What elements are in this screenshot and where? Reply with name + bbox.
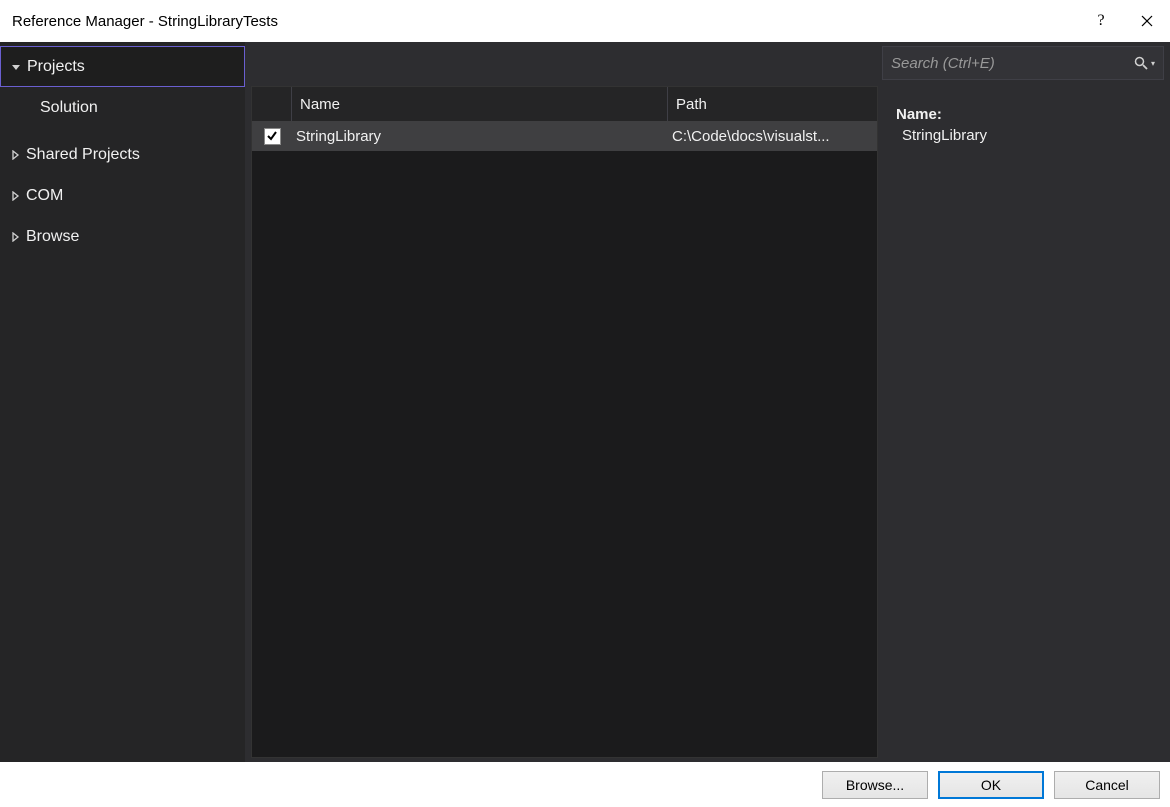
row-checkbox-cell (252, 128, 292, 145)
help-button[interactable]: ? (1078, 0, 1124, 42)
sidebar-label-browse: Browse (26, 228, 79, 246)
reference-manager-dialog: Reference Manager - StringLibraryTests ?… (0, 0, 1170, 807)
row-path: C:\Code\docs\visualst... (668, 128, 877, 145)
column-header-path[interactable]: Path (668, 87, 877, 121)
close-icon (1141, 15, 1153, 27)
column-header-check[interactable] (252, 87, 292, 121)
search-box[interactable]: ▾ (882, 46, 1164, 80)
sidebar-label-com: COM (26, 187, 63, 205)
sidebar-item-shared-projects[interactable]: Shared Projects (0, 134, 245, 175)
sidebar-label-shared: Shared Projects (26, 146, 140, 164)
chevron-right-icon (8, 232, 22, 242)
content-area: Projects Solution Shared Projects COM (0, 42, 1170, 762)
row-name: StringLibrary (292, 128, 668, 145)
sidebar-item-projects[interactable]: Projects (0, 46, 245, 87)
grid-area: Name Path StringLibrary C:\Code\d (251, 86, 1164, 758)
ok-button[interactable]: OK (938, 771, 1044, 799)
footer: Browse... OK Cancel (0, 762, 1170, 807)
table-row[interactable]: StringLibrary C:\Code\docs\visualst... (252, 121, 877, 151)
close-button[interactable] (1124, 0, 1170, 42)
check-icon (266, 130, 278, 142)
sidebar-item-com[interactable]: COM (0, 175, 245, 216)
details-name-value: StringLibrary (896, 127, 1156, 144)
sidebar: Projects Solution Shared Projects COM (0, 42, 245, 762)
cancel-button[interactable]: Cancel (1054, 771, 1160, 799)
search-row: ▾ (251, 46, 1164, 80)
details-name-label: Name: (896, 106, 1156, 123)
grid-header: Name Path (252, 87, 877, 121)
column-header-name[interactable]: Name (292, 87, 668, 121)
sidebar-label-projects: Projects (27, 58, 85, 76)
chevron-right-icon (8, 191, 22, 201)
references-grid: Name Path StringLibrary C:\Code\d (251, 86, 878, 758)
browse-button[interactable]: Browse... (822, 771, 928, 799)
search-input[interactable] (891, 55, 1133, 72)
sidebar-item-browse[interactable]: Browse (0, 216, 245, 257)
search-icon[interactable]: ▾ (1133, 55, 1155, 71)
row-checkbox[interactable] (264, 128, 281, 145)
chevron-down-icon (9, 62, 23, 72)
sidebar-item-solution[interactable]: Solution (0, 87, 245, 128)
chevron-right-icon (8, 150, 22, 160)
details-panel: Name: StringLibrary (886, 86, 1164, 758)
search-dropdown-icon[interactable]: ▾ (1151, 59, 1155, 68)
sidebar-label-solution: Solution (40, 99, 98, 117)
window-title: Reference Manager - StringLibraryTests (12, 13, 1078, 30)
main-panel: ▾ Name Path (245, 42, 1170, 762)
titlebar: Reference Manager - StringLibraryTests ? (0, 0, 1170, 42)
